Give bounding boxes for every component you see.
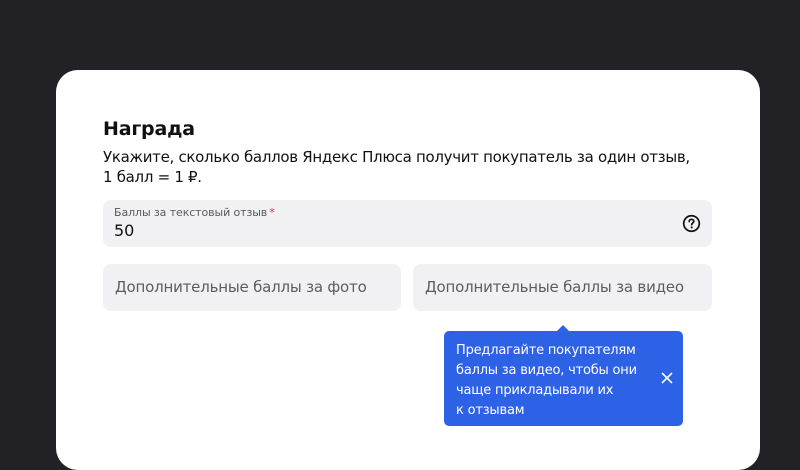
tooltip-line: к отзывам [456,403,525,418]
question-circle-icon[interactable] [682,214,701,233]
text-review-points-label: Баллы за текстовый отзыв * [114,206,275,219]
tooltip-line: Предлагайте покупателям [456,343,636,358]
video-points-field[interactable]: Дополнительные баллы за видео [413,264,712,311]
reward-card: Награда Укажите, сколько баллов Яндекс П… [56,70,760,470]
tooltip-line: чаще прикладывали их [456,383,614,398]
tooltip-line: баллы за видео, чтобы они [456,363,637,378]
section-description: Укажите, сколько баллов Яндекс Плюса пол… [103,147,703,187]
close-icon[interactable] [661,372,673,384]
photo-points-field[interactable]: Дополнительные баллы за фото [103,264,401,311]
text-review-points-value[interactable]: 50 [114,221,134,240]
section-title: Награда [103,118,195,140]
tooltip-text: Предлагайте покупателям баллы за видео, … [456,341,646,421]
description-line: Укажите, сколько баллов Яндекс Плюса пол… [103,148,690,166]
video-points-placeholder: Дополнительные баллы за видео [425,278,684,296]
text-review-points-field[interactable]: Баллы за текстовый отзыв * 50 [103,200,712,247]
required-mark: * [269,206,275,219]
photo-points-placeholder: Дополнительные баллы за фото [115,278,367,296]
tooltip-arrow [556,325,570,332]
video-points-tooltip: Предлагайте покупателям баллы за видео, … [444,325,683,426]
description-line: 1 балл = 1 ₽. [103,168,202,186]
